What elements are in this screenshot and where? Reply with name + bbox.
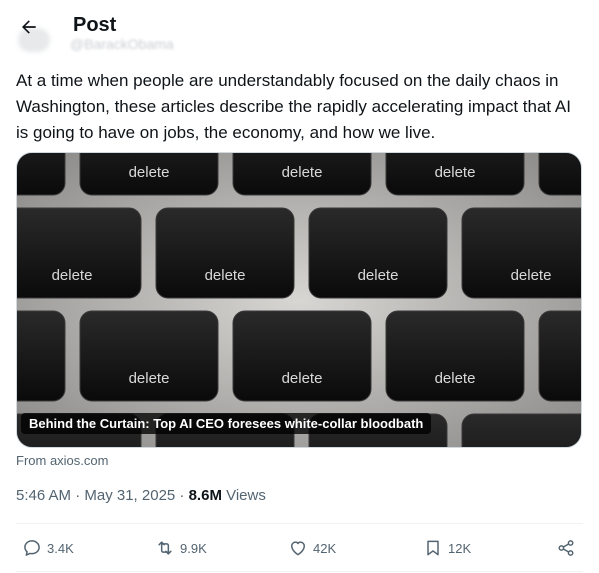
link-card[interactable]: delete delete delete delete delete delete dele… bbox=[16, 152, 582, 448]
keyboard-key: delete bbox=[461, 207, 581, 299]
keyboard-key: delete bbox=[17, 310, 66, 402]
share-button[interactable] bbox=[556, 525, 576, 571]
timestamp[interactable]: 5:46 AM · May 31, 2025 · bbox=[16, 487, 189, 504]
page-title: Post bbox=[73, 14, 117, 36]
like-icon bbox=[291, 541, 305, 556]
author-handle: @BarackObama bbox=[70, 36, 174, 52]
tweet-text: At a time when people are understandably… bbox=[16, 71, 571, 142]
keyboard-key-label: delete bbox=[205, 267, 246, 284]
keyboard-key: delete bbox=[155, 207, 295, 299]
keyboard-key-label: delete bbox=[358, 267, 399, 284]
reply-icon bbox=[24, 540, 40, 556]
keyboard-key: delete bbox=[79, 153, 219, 196]
keyboard-key: delete bbox=[232, 310, 372, 402]
bookmark-button[interactable]: 12K bbox=[423, 525, 471, 571]
back-button[interactable] bbox=[12, 10, 46, 44]
back-arrow-icon bbox=[22, 20, 36, 34]
views-label: Views bbox=[221, 487, 266, 504]
keyboard-key: delete bbox=[538, 153, 581, 196]
keyboard-key-label: delete bbox=[435, 370, 476, 387]
keyboard-key-label: delete bbox=[129, 370, 170, 387]
keyboard-key: delete bbox=[17, 207, 142, 299]
card-source-link[interactable]: From axios.com bbox=[16, 453, 108, 468]
top-bar: @BarackObama Post bbox=[0, 0, 599, 54]
keyboard-image: delete delete delete delete delete delete dele… bbox=[17, 153, 581, 447]
keyboard-key-label: delete bbox=[129, 164, 170, 181]
post-meta: 5:46 AM · May 31, 2025 · 8.6M Views bbox=[16, 487, 266, 504]
keyboard-key-label: delete bbox=[435, 164, 476, 181]
keyboard-key: delete bbox=[461, 413, 581, 447]
keyboard-key: delete bbox=[538, 310, 581, 402]
keyboard-key: delete bbox=[385, 153, 525, 196]
bookmark-count: 12K bbox=[448, 540, 472, 556]
views-count: 8.6M bbox=[188, 487, 222, 504]
reply-count: 3.4K bbox=[47, 540, 74, 556]
repost-count: 9.9K bbox=[180, 540, 207, 556]
repost-icon bbox=[158, 541, 172, 555]
keyboard-key-label: delete bbox=[511, 267, 552, 284]
divider bbox=[16, 571, 583, 572]
divider bbox=[16, 523, 583, 524]
like-count: 42K bbox=[313, 540, 337, 556]
reply-button[interactable]: 3.4K bbox=[22, 525, 74, 571]
keyboard-key-label: delete bbox=[282, 370, 323, 387]
keyboard-key-label: delete bbox=[52, 267, 93, 284]
keyboard-key: delete bbox=[308, 207, 448, 299]
keyboard-key: delete bbox=[232, 153, 372, 196]
keyboard-key: delete bbox=[17, 153, 66, 196]
like-button[interactable]: 42K bbox=[288, 525, 336, 571]
keyboard-key: delete bbox=[79, 310, 219, 402]
card-caption: Behind the Curtain: Top AI CEO foresees … bbox=[21, 413, 432, 434]
action-bar: 3.4K 9.9K 42K 12K bbox=[0, 525, 599, 571]
repost-button[interactable]: 9.9K bbox=[155, 525, 207, 571]
bookmark-icon bbox=[427, 540, 439, 556]
keyboard-key: delete bbox=[385, 310, 525, 402]
keyboard-key-label: delete bbox=[282, 164, 323, 181]
share-icon bbox=[558, 540, 574, 556]
